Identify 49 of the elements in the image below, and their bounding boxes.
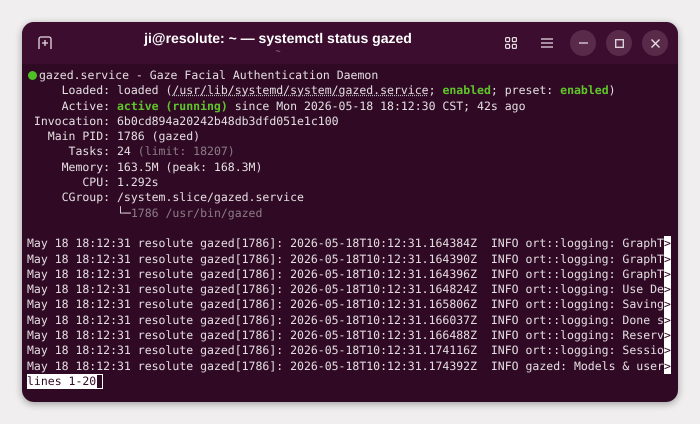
truncation-marker: >	[664, 297, 671, 313]
status-label: Active:	[62, 98, 110, 113]
log-line: May 18 18:12:31 resolute gazed[1786]: 2026-05-18T10:12:31.164384Z INFO ort::logging: GraphT	[27, 236, 664, 252]
status-label: CPU:	[82, 175, 110, 190]
status-label: Main PID:	[48, 129, 110, 144]
status-label: Memory:	[62, 160, 110, 174]
pager-prompt: lines 1-20	[27, 374, 96, 390]
status-label: Tasks:	[68, 144, 110, 158]
truncation-marker: >	[664, 328, 671, 344]
status-value: /system.slice/gazed.service	[117, 190, 304, 206]
truncation-marker: >	[664, 343, 671, 359]
truncation-marker: >	[664, 282, 671, 298]
close-button[interactable]	[642, 30, 668, 56]
status-value: └─1786 /usr/bin/gazed	[117, 206, 262, 221]
status-label: Loaded:	[62, 83, 110, 98]
status-label: CGroup:	[62, 190, 110, 204]
log-line: May 18 18:12:31 resolute gazed[1786]: 2026-05-18T10:12:31.166037Z INFO ort::logging: Done s	[27, 312, 664, 328]
maximize-button[interactable]	[606, 30, 632, 56]
window-subtitle: ~	[275, 46, 281, 56]
close-icon	[650, 38, 660, 48]
window-title: ji@resolute: ~ — systemctl status gazed	[144, 30, 412, 44]
status-value: 1786 (gazed)	[117, 129, 200, 144]
log-line: May 18 18:12:31 resolute gazed[1786]: 2026-05-18T10:12:31.164390Z INFO ort::logging: GraphT	[27, 252, 664, 267]
log-line: May 18 18:12:31 resolute gazed[1786]: 2026-05-18T10:12:31.166488Z INFO ort::logging: Reserv	[27, 328, 664, 344]
text-cursor	[96, 374, 104, 390]
status-label: Invocation:	[34, 114, 110, 128]
status-value: 24 (limit: 18207)	[117, 144, 235, 160]
status-value: 163.5M (peak: 168.3M)	[117, 160, 262, 176]
status-value: loaded (/usr/lib/systemd/system/gazed.service; enabled; preset: enabled)	[117, 83, 616, 99]
status-value: active (running) since Mon 2026-05-18 18:12:30 CST; 42s ago	[117, 98, 526, 114]
truncation-marker: >	[664, 266, 671, 282]
log-line: May 18 18:12:31 resolute gazed[1786]: 2026-05-18T10:12:31.164824Z INFO ort::logging: Use De	[27, 282, 664, 298]
minimize-icon	[578, 42, 588, 44]
truncation-marker: >	[664, 312, 671, 328]
truncation-marker: >	[664, 252, 671, 267]
log-line: May 18 18:12:31 resolute gazed[1786]: 2026-05-18T10:12:31.174116Z INFO ort::logging: Sessio	[27, 343, 664, 359]
log-line: May 18 18:12:31 resolute gazed[1786]: 2026-05-18T10:12:31.164396Z INFO ort::logging: GraphT	[27, 266, 664, 282]
maximize-icon	[614, 38, 624, 48]
grid-icon	[505, 37, 517, 49]
menu-icon	[541, 38, 553, 48]
new-tab-icon	[38, 36, 52, 50]
minimize-button[interactable]	[570, 30, 596, 56]
log-line: May 18 18:12:31 resolute gazed[1786]: 2026-05-18T10:12:31.165806Z INFO ort::logging: Saving	[27, 297, 664, 313]
status-value: 6b0cd894a20242b48db3dfd051e1c100	[117, 114, 339, 130]
status-value: 1.292s	[117, 175, 159, 190]
truncation-marker: >	[664, 236, 671, 252]
truncation-marker: >	[664, 358, 671, 374]
unit-heading: gazed.service - Gaze Facial Authentication Daemon	[39, 68, 378, 84]
log-line: May 18 18:12:31 resolute gazed[1786]: 2026-05-18T10:12:31.174392Z INFO gazed: Models & user	[27, 358, 664, 374]
